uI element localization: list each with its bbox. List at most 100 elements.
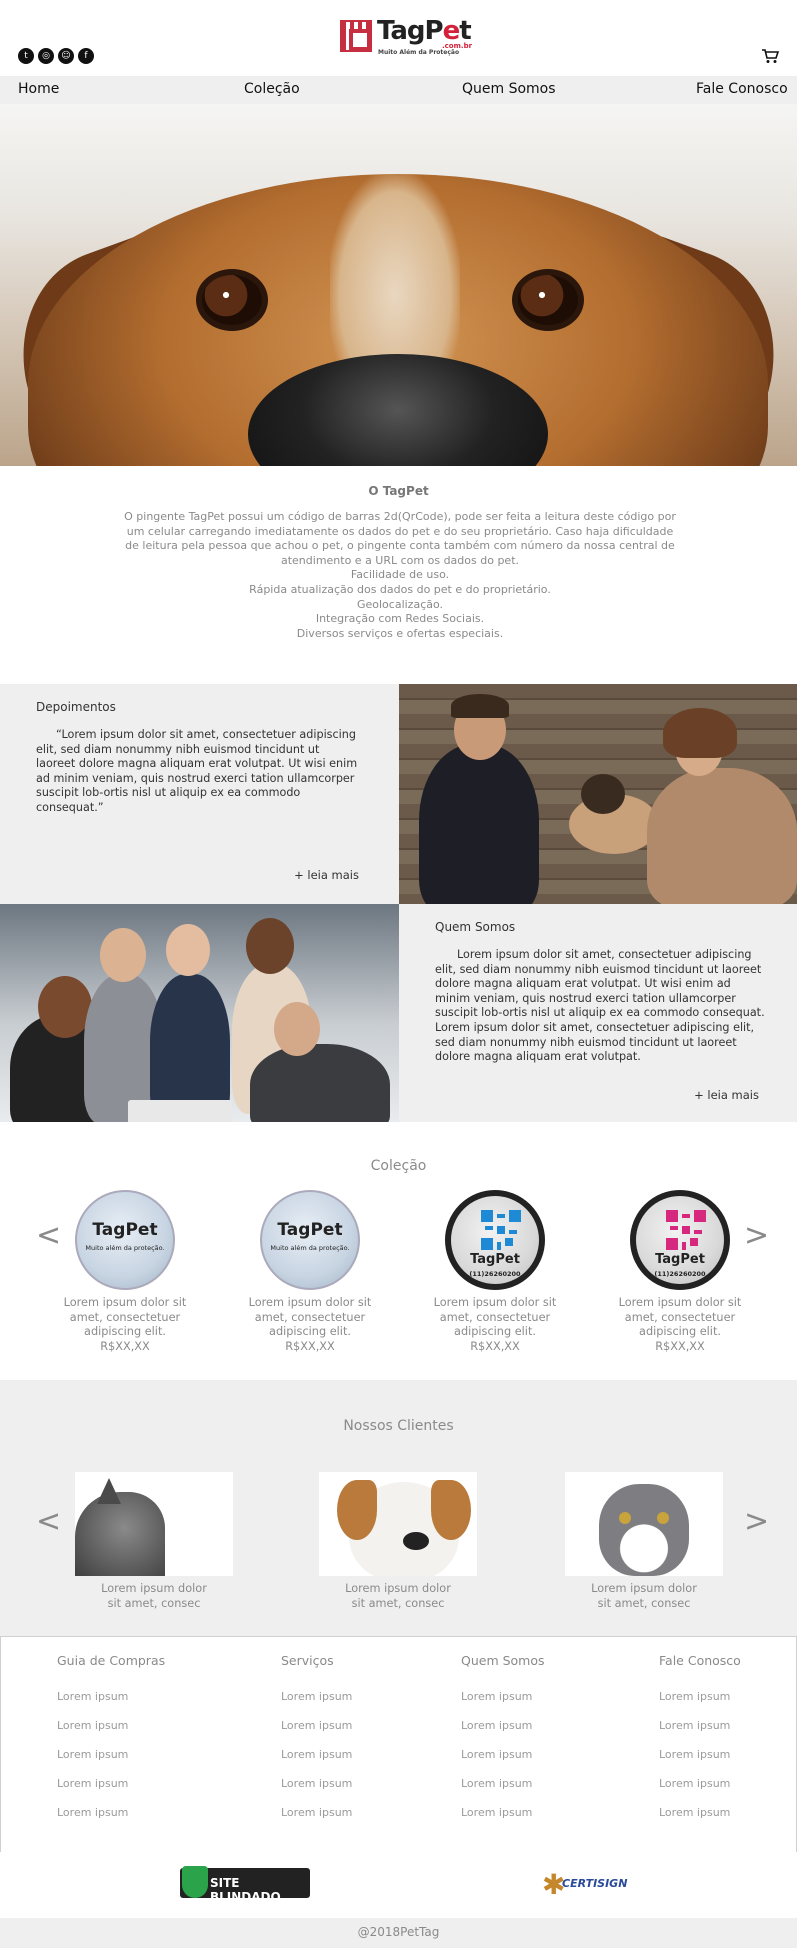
nav-colecao[interactable]: Coleção (244, 81, 300, 97)
footer-link[interactable]: Lorem ipsum (57, 1798, 165, 1827)
about-us-section: Quem Somos Lorem ipsum dolor sit amet, c… (399, 904, 797, 1122)
footer-link[interactable]: Lorem ipsum (461, 1682, 545, 1711)
product-card[interactable]: TagPet Muito além da proteção. Lorem ips… (240, 1190, 380, 1354)
snapchat-icon[interactable]: ☺ (58, 48, 74, 64)
tag-phone: (11)26260200 (654, 1270, 706, 1278)
nav-fale-conosco[interactable]: Fale Conosco (696, 81, 788, 97)
about-body: O pingente TagPet possui um código de ba… (120, 510, 680, 641)
person-figure (250, 1044, 390, 1122)
product-tag-image: TagPet (11)26260200 (445, 1190, 545, 1290)
about-title: O TagPet (368, 484, 429, 498)
client-card[interactable]: Lorem ipsum dolor sit amet, consec (75, 1472, 233, 1611)
product-price: R$XX,XX (655, 1339, 705, 1353)
footer-link[interactable]: Lorem ipsum (57, 1740, 165, 1769)
tag-title: TagPet (655, 1252, 705, 1267)
footer-link[interactable]: Lorem ipsum (281, 1740, 352, 1769)
qr-code-icon (481, 1210, 521, 1250)
product-description: Lorem ipsum dolor sit amet, consectetuer… (433, 1296, 557, 1339)
site-blindado-seal[interactable]: SITE BLINDADO (180, 1866, 310, 1904)
social-links: t ◎ ☺ f (18, 48, 94, 64)
logo[interactable]: TagPet .com.br Muito Além da Proteção (340, 16, 472, 58)
product-card[interactable]: TagPet (11)26260200 Lorem ipsum dolor si… (610, 1190, 750, 1354)
client-photo-kitten (565, 1472, 723, 1576)
product-card[interactable]: TagPet Muito além da proteção. Lorem ips… (55, 1190, 195, 1354)
footer-column: Guia de Compras Lorem ipsum Lorem ipsum … (57, 1653, 165, 1827)
product-price: R$XX,XX (470, 1339, 520, 1353)
person-face (166, 924, 210, 976)
footer-link[interactable]: Lorem ipsum (57, 1682, 165, 1711)
footer-link[interactable]: Lorem ipsum (281, 1682, 352, 1711)
footer-link[interactable]: Lorem ipsum (461, 1769, 545, 1798)
twitter-icon[interactable]: t (18, 48, 34, 64)
about-feature: Geolocalização. (356, 597, 444, 611)
kitten-shape (599, 1484, 689, 1576)
product-card[interactable]: TagPet (11)26260200 Lorem ipsum dolor si… (425, 1190, 565, 1354)
facebook-icon[interactable]: f (78, 48, 94, 64)
nav-home[interactable]: Home (18, 81, 59, 97)
footer-link[interactable]: Lorem ipsum (281, 1769, 352, 1798)
instagram-icon[interactable]: ◎ (38, 48, 54, 64)
clients-prev-arrow[interactable]: < (36, 1504, 61, 1539)
testimonials-text: “Lorem ipsum dolor sit amet, consectetue… (36, 728, 358, 814)
footer-link[interactable]: Lorem ipsum (461, 1711, 545, 1740)
collection-title: Coleção (370, 1158, 427, 1174)
hero-banner-dog (0, 104, 797, 466)
footer-link[interactable]: Lorem ipsum (659, 1740, 741, 1769)
about-us-read-more-link[interactable]: + leia mais (694, 1088, 759, 1102)
tag-subtitle: Muito além da proteção. (85, 1244, 165, 1252)
testimonials-read-more-link[interactable]: + leia mais (294, 868, 359, 882)
cat-shape (75, 1492, 165, 1576)
seal-label: CERTISIGN (562, 1877, 628, 1890)
footer-column-title: Fale Conosco (659, 1653, 741, 1668)
client-caption: Lorem ipsum dolor sit amet, consec (101, 1582, 207, 1610)
footer-link[interactable]: Lorem ipsum (281, 1798, 352, 1827)
about-feature: Integração com Redes Sociais. (315, 612, 485, 626)
security-seals: SITE BLINDADO ✱ CERTISIGN (0, 1852, 797, 1918)
cart-icon[interactable] (761, 48, 779, 64)
dog-eye-left (196, 269, 268, 331)
testimonial-photo-couple-with-pug (399, 684, 797, 904)
certisign-seal[interactable]: ✱ CERTISIGN (542, 1868, 632, 1901)
client-photo-white-dog (319, 1472, 477, 1576)
footer-link[interactable]: Lorem ipsum (659, 1769, 741, 1798)
logo-qr-icon (340, 20, 372, 52)
tag-subtitle: Muito além da proteção. (270, 1244, 350, 1252)
site-header: t ◎ ☺ f TagPet .com.br Muito Além da Pro… (0, 0, 797, 76)
footer-link[interactable]: Lorem ipsum (57, 1769, 165, 1798)
product-description: Lorem ipsum dolor sit amet, consectetuer… (63, 1296, 187, 1339)
client-caption: Lorem ipsum dolor sit amet, consec (345, 1582, 451, 1610)
client-photo-gray-cat (75, 1472, 233, 1576)
about-us-text: Lorem ipsum dolor sit amet, consectetuer… (435, 948, 765, 1064)
product-description: Lorem ipsum dolor sit amet, consectetuer… (618, 1296, 742, 1339)
main-nav: Home Coleção Quem Somos Fale Conosco (0, 76, 797, 104)
about-us-title: Quem Somos (435, 920, 516, 934)
footer-link[interactable]: Lorem ipsum (461, 1798, 545, 1827)
product-tag-image: TagPet Muito além da proteção. (260, 1190, 360, 1290)
footer-link[interactable]: Lorem ipsum (281, 1711, 352, 1740)
client-card[interactable]: Lorem ipsum dolor sit amet, consec (565, 1472, 723, 1611)
logo-tagline: Muito Além da Proteção (378, 49, 460, 56)
testimonials-title: Depoimentos (36, 700, 116, 714)
footer-link[interactable]: Lorem ipsum (57, 1711, 165, 1740)
footer-link[interactable]: Lorem ipsum (659, 1798, 741, 1827)
team-photo (0, 904, 399, 1122)
seal-label: SITE BLINDADO (210, 1876, 281, 1904)
person-face (274, 1002, 320, 1056)
product-tag-image: TagPet (11)26260200 (630, 1190, 730, 1290)
footer-column: Fale Conosco Lorem ipsum Lorem ipsum Lor… (659, 1653, 741, 1827)
tag-title: TagPet (92, 1220, 158, 1240)
footer-column-title: Serviços (281, 1653, 334, 1668)
nav-quem-somos[interactable]: Quem Somos (462, 81, 556, 97)
footer-link[interactable]: Lorem ipsum (659, 1711, 741, 1740)
dog-ear (431, 1480, 471, 1540)
footer-column-title: Guia de Compras (57, 1653, 166, 1668)
footer-link[interactable]: Lorem ipsum (659, 1682, 741, 1711)
tag-phone: (11)26260200 (469, 1270, 521, 1278)
clients-title: Nossos Clientes (343, 1418, 454, 1434)
tag-title: TagPet (470, 1252, 520, 1267)
client-card[interactable]: Lorem ipsum dolor sit amet, consec (319, 1472, 477, 1611)
footer-link[interactable]: Lorem ipsum (461, 1740, 545, 1769)
clients-next-arrow[interactable]: > (744, 1504, 769, 1539)
about-feature: Diversos serviços e ofertas especiais. (296, 626, 504, 640)
about-feature: Rápida atualização dos dados do pet e do… (249, 582, 551, 596)
